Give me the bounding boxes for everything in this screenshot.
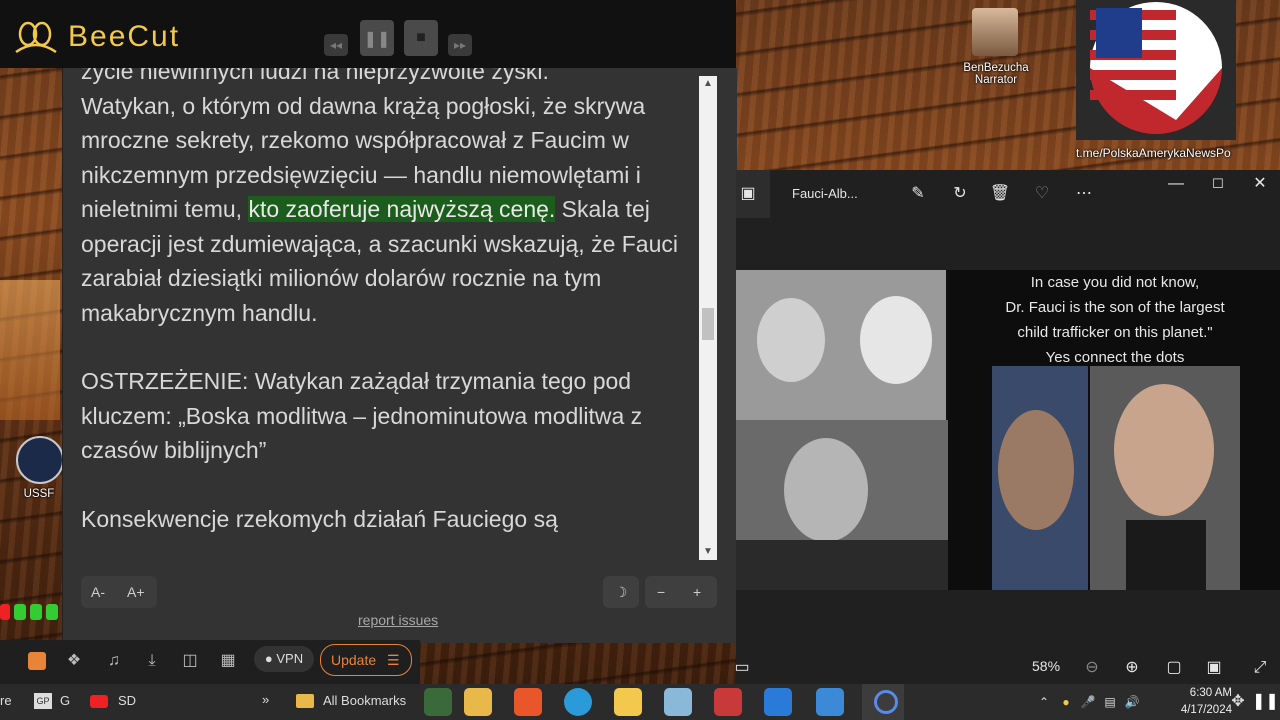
volume-icon[interactable]: 🔊 (1120, 690, 1144, 714)
reader-scrollbar[interactable]: ▲ ▼ (699, 76, 717, 560)
folder-icon (296, 694, 314, 708)
us-poland-flag-icon[interactable]: t.me/PolskaAmerykaNewsPo (1076, 0, 1236, 140)
pause-recording-icon[interactable]: ❚❚ (1252, 690, 1279, 714)
file-explorer-icon[interactable] (464, 688, 492, 716)
fullscreen-icon[interactable]: ⤢ (1248, 656, 1272, 680)
rewind-button[interactable]: ◂◂ (324, 34, 348, 56)
stop-button[interactable]: ■ (404, 20, 438, 56)
reader-cut-line: życie niewinnych ludzi na nieprzyzwoite … (81, 68, 549, 84)
minimize-icon[interactable]: — (1164, 172, 1188, 196)
music-icon[interactable]: ♫ (102, 649, 126, 673)
tray-clock[interactable]: 6:30 AM 4/17/2024 (1164, 685, 1232, 719)
photos-icon: ▣ (740, 185, 756, 202)
zoom-minus-button[interactable]: − (657, 576, 665, 608)
sidebar-icon[interactable]: ◫ (178, 649, 202, 673)
reader-text: życie niewinnych ludzi na nieprzyzwoite … (81, 68, 701, 564)
narrator-label[interactable]: BenBezucha Narrator (950, 62, 1042, 86)
update-button[interactable]: Update ☰ (320, 644, 412, 676)
report-issues-link[interactable]: report issues (358, 612, 438, 628)
telegram-icon[interactable] (564, 688, 592, 716)
channel-link-label[interactable]: t.me/PolskaAmerykaNewsPo (1076, 146, 1246, 160)
tray-app-icon[interactable]: ● (1054, 690, 1078, 714)
more-options-icon[interactable]: ⋯ (1072, 182, 1096, 206)
microphone-icon[interactable]: 🎤 (1076, 690, 1100, 714)
viewer-status-bar: ▭ 58% ⊖ ⊕ ▢ ▣ ⤢ (734, 648, 1280, 688)
zoom-group: − + (645, 576, 717, 608)
font-increase-button[interactable]: A+ (127, 576, 145, 608)
download-icon[interactable]: ⤓ (140, 649, 164, 673)
viewer-titlebar: ▣ Fauci-Alb... ✎ ↻ 🗑 ♡ ⋯ — ☐ ✕ (736, 170, 1280, 218)
notes-icon[interactable] (664, 688, 692, 716)
close-icon[interactable]: ✕ (1248, 172, 1272, 196)
beecut-toolbar: BeeCut ◂◂ ❚❚ ■ ▸▸ (0, 0, 736, 68)
zoom-level: 58% (1032, 658, 1061, 674)
brave-icon[interactable] (28, 652, 46, 670)
beecut-logo-icon (15, 21, 57, 54)
all-bookmarks[interactable]: All Bookmarks (323, 693, 406, 708)
scroll-up-icon[interactable]: ▲ (699, 76, 717, 92)
font-size-group: A- A+ (81, 576, 157, 608)
scroll-thumb[interactable] (702, 308, 714, 340)
edit-icon[interactable]: ✎ (906, 182, 930, 206)
reader-panel: życie niewinnych ludzi na nieprzyzwoite … (62, 68, 737, 643)
ussf-label[interactable]: USSF (14, 488, 64, 500)
zoom-out-icon[interactable]: ⊖ (1080, 656, 1104, 680)
collage-caption: In case you did not know, Dr. Fauci is t… (1005, 274, 1225, 366)
zoom-in-icon[interactable]: ⊕ (1120, 656, 1144, 680)
forward-button[interactable]: ▸▸ (448, 34, 472, 56)
brave-taskbar-icon[interactable] (514, 688, 542, 716)
photo-viewer-window: ▣ Fauci-Alb... ✎ ↻ 🗑 ♡ ⋯ — ☐ ✕ In case y… (734, 170, 1280, 690)
photos-taskbar-icon[interactable] (816, 688, 844, 716)
zoom-plus-button[interactable]: + (693, 576, 701, 608)
moon-icon: ☽ (614, 584, 628, 600)
rotate-icon[interactable]: ↻ (948, 182, 972, 206)
bookmark-item[interactable]: re (0, 693, 12, 708)
reader-paragraph-1: Watykan, o którym od dawna krążą pogłosk… (81, 92, 678, 326)
ussf-emblem-icon[interactable] (16, 436, 64, 484)
narrator-avatar[interactable] (972, 8, 1018, 56)
move-icon[interactable]: ✥ (1226, 690, 1250, 714)
cabin-window (0, 280, 60, 420)
youtube-icon (90, 695, 108, 708)
reader-paragraph-2: OSTRZEŻENIE: Watykan zażądał trzymania t… (81, 368, 643, 463)
maximize-icon[interactable]: ☐ (1206, 172, 1230, 196)
theme-toggle-button[interactable]: ☽ (603, 576, 639, 608)
gp-icon: GP (34, 693, 52, 709)
youtube-icons (0, 602, 62, 624)
chrome-taskbar-icon[interactable] (862, 684, 904, 720)
chevron-right-icon[interactable]: » (262, 692, 269, 707)
tray-expand-icon[interactable]: ⌃ (1032, 690, 1056, 714)
pause-button[interactable]: ❚❚ (360, 20, 394, 56)
font-decrease-button[interactable]: A- (91, 576, 105, 608)
wallet-icon[interactable]: ▦ (216, 649, 240, 673)
media-icon[interactable] (764, 688, 792, 716)
scroll-down-icon[interactable]: ▼ (699, 544, 717, 560)
taskbar: ⌃ ● 🎤 ▤ 🔊 6:30 AM 4/17/2024 ✥ ❚❚ (420, 684, 1280, 720)
filmstrip-icon[interactable]: ▭ (730, 656, 754, 680)
app-icon[interactable] (714, 688, 742, 716)
delete-icon[interactable]: 🗑 (988, 182, 1012, 206)
extensions-icon[interactable]: ❖ (62, 649, 86, 673)
viewer-file-name: Fauci-Alb... (792, 186, 858, 201)
viewer-image: In case you did not know, Dr. Fauci is t… (736, 270, 1280, 590)
menu-icon: ☰ (387, 652, 400, 668)
vpn-button[interactable]: ● VPN (254, 646, 314, 672)
bookmark-item[interactable]: G (60, 693, 70, 708)
favorite-icon[interactable]: ♡ (1030, 182, 1054, 206)
reader-highlight: kto zaoferuje najwyższą cenę. (248, 196, 556, 222)
beecut-title: BeeCut (68, 20, 181, 53)
beecut-taskbar-icon[interactable] (614, 688, 642, 716)
bookmarks-bar: re GP G SD » All Bookmarks (0, 684, 420, 720)
fit-window-icon[interactable]: ▢ (1162, 656, 1186, 680)
whatsapp-icon[interactable] (424, 688, 452, 716)
network-icon[interactable]: ▤ (1098, 690, 1122, 714)
reader-paragraph-3: Konsekwencje rzekomych działań Fauciego … (81, 505, 558, 532)
bookmark-item[interactable]: SD (118, 693, 136, 708)
actual-size-icon[interactable]: ▣ (1202, 656, 1226, 680)
